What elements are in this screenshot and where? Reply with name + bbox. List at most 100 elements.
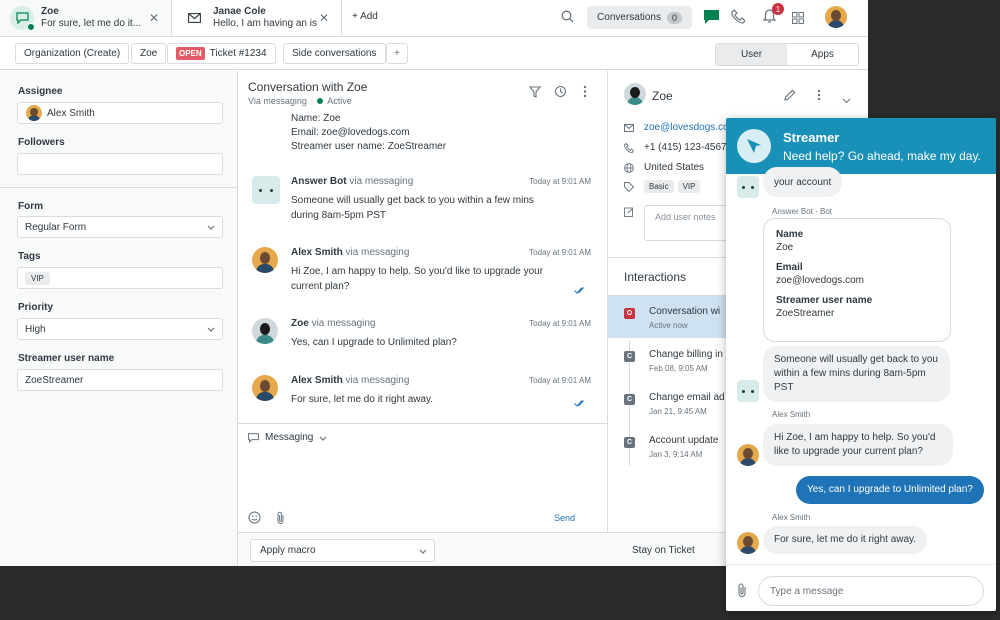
read-receipt-icon — [574, 287, 584, 294]
tag-basic[interactable]: Basic — [644, 180, 674, 193]
stay-on-ticket-select[interactable]: Stay on Ticket — [632, 545, 695, 556]
add-side-conversation-button[interactable]: + — [386, 43, 408, 64]
form-select[interactable]: Regular Form — [17, 216, 223, 238]
interaction-badge: C — [624, 394, 635, 405]
chevron-down-icon[interactable] — [842, 91, 851, 109]
widget-messages: your account Answer Bot · Bot Name Zoe E… — [726, 167, 996, 564]
emoji-icon[interactable] — [248, 511, 261, 529]
bot-message-bubble: Someone will usually get back to you wit… — [763, 346, 950, 402]
send-button[interactable]: Send — [554, 513, 575, 523]
interaction-title: Conversation wi — [649, 306, 721, 317]
author-channel: via messaging — [311, 318, 376, 329]
tags-label: Tags — [18, 251, 41, 262]
history-icon[interactable] — [554, 85, 567, 103]
chat-icon — [248, 432, 259, 443]
tab-apps[interactable]: Apps — [787, 44, 858, 65]
tab-preview: For sure, let me do it... — [41, 18, 142, 29]
message-author: Zoe via messaging — [291, 318, 375, 329]
online-status-icon[interactable] — [700, 6, 722, 28]
apply-macro-select[interactable]: Apply macro — [250, 539, 435, 562]
channel-label: Messaging — [265, 432, 314, 443]
message-body: Hi Zoe, I am happy to help. So you'd lik… — [291, 266, 544, 292]
attachment-icon[interactable] — [737, 583, 747, 603]
message-time: Today at 9:01 AM — [529, 376, 591, 385]
tab-user[interactable]: User — [716, 44, 787, 65]
more-options-icon[interactable] — [583, 85, 587, 103]
breadcrumb-organization[interactable]: Organization (Create) — [15, 43, 130, 64]
crumb-label: Organization (Create) — [24, 48, 121, 59]
ticket-context-bar: Organization (Create) Zoe OPEN Ticket #1… — [0, 37, 868, 70]
bot-avatar — [252, 176, 280, 204]
channel-selector[interactable]: Messaging — [248, 432, 327, 443]
conversation-title: Conversation with Zoe — [248, 80, 368, 94]
tags-field[interactable]: VIP — [17, 267, 223, 289]
card-key: Email — [776, 262, 803, 273]
side-conversations-button[interactable]: Side conversations — [283, 43, 386, 64]
crumb-label: Zoe — [140, 48, 158, 59]
interaction-time: Jan 3, 9:14 AM — [649, 450, 703, 459]
tab-preview: Hello, I am having an is... — [213, 18, 318, 29]
top-tab-bar: Zoe For sure, let me do it... ✕ Janae Co… — [0, 0, 868, 37]
breadcrumb-user[interactable]: Zoe — [131, 43, 167, 64]
avatar — [26, 105, 42, 121]
read-receipt-icon — [574, 400, 584, 407]
globe-icon — [624, 162, 634, 173]
plus-icon: + — [352, 11, 361, 22]
product-tray-icon[interactable] — [792, 11, 804, 29]
assignee-field[interactable]: Alex Smith — [17, 102, 223, 124]
interaction-time: Active now — [649, 321, 688, 330]
message-time: Today at 9:01 AM — [529, 177, 591, 186]
followers-label: Followers — [18, 137, 65, 148]
author-name: Alex Smith — [291, 247, 343, 258]
filter-icon[interactable] — [528, 85, 542, 103]
macro-placeholder: Apply macro — [260, 545, 316, 556]
message-body: Someone will usually get back to you wit… — [291, 195, 534, 221]
tab-zoe[interactable]: Zoe For sure, let me do it... ✕ — [0, 0, 172, 36]
phone-icon[interactable] — [731, 9, 746, 29]
chevron-down-icon — [207, 225, 215, 230]
user-email[interactable]: zoe@lovesdogs.com — [644, 122, 737, 133]
interaction-badge: C — [624, 351, 635, 362]
followers-field[interactable] — [17, 153, 223, 175]
conversations-button[interactable]: Conversations 0 — [587, 6, 692, 29]
tag-vip[interactable]: VIP — [677, 180, 701, 193]
interaction-title: Change billing in — [649, 349, 723, 360]
close-icon[interactable]: ✕ — [149, 11, 159, 25]
agent-message-bubble: Hi Zoe, I am happy to help. So you'd lik… — [763, 424, 953, 466]
message-input[interactable]: Type a message — [758, 576, 984, 606]
ticket-label: Ticket #1234 — [209, 48, 267, 59]
message-line: Email: zoe@lovedogs.com — [291, 127, 410, 138]
tag-vip[interactable]: VIP — [25, 271, 50, 285]
breadcrumb-ticket[interactable]: OPEN Ticket #1234 — [167, 43, 276, 64]
user-message-bubble: Yes, can I upgrade to Unlimited plan? — [796, 476, 984, 504]
ticket-properties-panel: Assignee Alex Smith Followers Form Regul… — [0, 71, 238, 566]
brand-logo-icon — [737, 129, 771, 163]
streamer-user-name-field[interactable]: ZoeStreamer — [17, 369, 223, 391]
priority-select[interactable]: High — [17, 318, 223, 340]
bot-avatar — [737, 176, 759, 198]
avatar — [737, 532, 759, 554]
avatar — [252, 247, 278, 273]
edit-icon[interactable] — [784, 88, 796, 106]
chevron-down-icon — [319, 436, 327, 441]
add-tab-button[interactable]: + Add — [352, 11, 378, 22]
message-line: Name: Zoe — [291, 113, 341, 124]
author-name: Alex Smith — [291, 375, 343, 386]
form-label: Form — [18, 201, 43, 212]
conversation-panel: Conversation with Zoe Via messaging | Ac… — [238, 71, 608, 566]
interaction-time: Feb 08, 9:05 AM — [649, 364, 708, 373]
close-icon[interactable]: ✕ — [319, 11, 329, 25]
search-icon[interactable] — [561, 10, 574, 28]
user-phone: +1 (415) 123-4567 — [644, 142, 727, 153]
user-avatar — [624, 83, 646, 110]
agent-name: Alex Smith — [772, 410, 811, 419]
agent-message-bubble: For sure, let me do it right away. — [763, 526, 928, 554]
attachment-icon[interactable] — [276, 511, 285, 530]
tab-janae-cole[interactable]: Janae Cole Hello, I am having an is... ✕ — [172, 0, 342, 36]
card-key: Streamer user name — [776, 295, 873, 306]
email-icon — [624, 123, 634, 132]
profile-avatar[interactable] — [825, 6, 847, 33]
message-body: Yes, can I upgrade to Unlimited plan? — [291, 337, 457, 348]
more-options-icon[interactable] — [817, 88, 821, 106]
agent-avatar — [252, 247, 278, 278]
